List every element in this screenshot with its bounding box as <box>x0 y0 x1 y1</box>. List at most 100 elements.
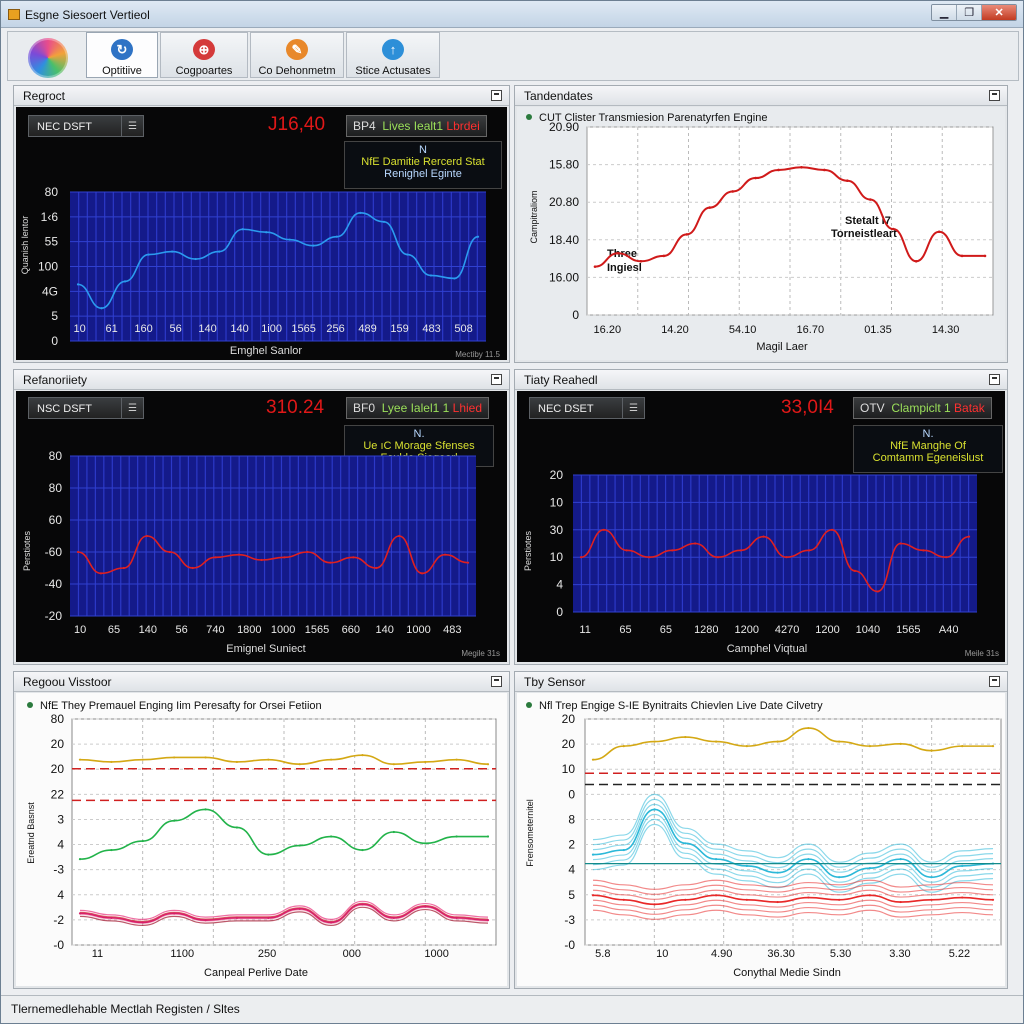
data-point <box>267 916 270 919</box>
tab-optitiive[interactable]: ↻ Optitiive <box>86 32 158 78</box>
y-tick-label: 0 <box>568 787 575 801</box>
data-point <box>838 740 841 743</box>
x-tick-label: 5.30 <box>830 948 851 960</box>
y-tick-label: 20 <box>51 762 65 776</box>
close-button[interactable]: ✕ <box>982 5 1016 20</box>
data-point <box>141 921 144 924</box>
data-point <box>392 830 395 834</box>
annotation-torneistleart: Torneistleart <box>831 228 897 240</box>
app-icon <box>8 9 20 20</box>
y-tick-label: -0 <box>564 938 575 952</box>
data-point <box>329 758 333 761</box>
y-tick-label: 0 <box>572 308 579 322</box>
x-tick-label: 14.20 <box>661 324 689 336</box>
data-point <box>147 253 150 256</box>
data-point <box>991 898 995 901</box>
data-point <box>241 228 244 231</box>
data-point <box>899 742 902 745</box>
data-point <box>486 835 490 838</box>
data-point <box>731 190 734 193</box>
panel-header: Regroct <box>14 86 509 106</box>
y-tick-label: -3 <box>564 913 575 927</box>
data-point <box>967 535 971 538</box>
x-tick-label: 1040 <box>856 624 880 636</box>
data-point <box>714 740 718 743</box>
panel-maximize-icon[interactable] <box>491 90 502 101</box>
x-tick-label: 483 <box>422 323 440 335</box>
maximize-button[interactable]: ❐ <box>957 5 983 20</box>
y-tick-label: 20.90 <box>549 120 579 134</box>
y-tick-label: 4G <box>42 284 58 298</box>
y-tick-label: 1‹6 <box>41 210 59 224</box>
data-point <box>685 233 689 236</box>
data-point <box>714 894 718 897</box>
data-point <box>785 556 788 559</box>
data-point <box>100 307 103 310</box>
y-tick-label: 80 <box>45 185 59 199</box>
x-tick-label: 1200 <box>815 624 839 636</box>
chart-p2: CUT Clister Transmiesion Parenatyrfen En… <box>526 112 994 353</box>
y-tick-label: 8 <box>568 812 575 826</box>
title-bar[interactable]: Esgne Siesoert Vertieol ▁ ❐ ✕ <box>1 1 1023 28</box>
y-tick-label: 4 <box>57 888 64 902</box>
x-tick-label: 36.30 <box>767 948 795 960</box>
data-point <box>429 274 433 277</box>
y-tick-label: 30 <box>550 523 564 537</box>
panel-title: Tiaty Reahedl <box>524 373 598 387</box>
data-point <box>267 853 270 856</box>
data-point <box>361 754 364 757</box>
data-point <box>237 553 240 556</box>
data-point <box>78 858 82 861</box>
x-tick-label: 56 <box>176 624 188 636</box>
legend-bullet-icon <box>27 702 33 708</box>
data-point <box>235 760 239 764</box>
data-point <box>662 254 666 258</box>
panel-maximize-icon[interactable] <box>989 90 1000 101</box>
data-point <box>653 808 656 811</box>
panel-maximize-icon[interactable] <box>989 676 1000 687</box>
data-point <box>762 535 765 538</box>
x-tick-label: 1565 <box>305 624 329 636</box>
panel-tby-sensor: Tby Sensor Nfl Trep Engige S-IE Bynitrai… <box>514 671 1008 989</box>
y-tick-label: 20 <box>550 468 564 482</box>
data-point <box>235 826 239 829</box>
data-point <box>846 179 849 183</box>
panel-maximize-icon[interactable] <box>491 676 502 687</box>
x-axis-label: Conythal Medie Sindn <box>733 967 841 979</box>
panel-maximize-icon[interactable] <box>491 374 502 385</box>
x-tick-label: 10 <box>73 323 85 335</box>
x-tick-label: 140 <box>230 323 248 335</box>
y-tick-label: 0 <box>556 605 563 619</box>
data-point <box>204 919 207 922</box>
y-tick-label: -2 <box>53 913 64 927</box>
panel-title: Tandendates <box>524 89 593 103</box>
data-point <box>382 220 385 223</box>
minimize-button[interactable]: ▁ <box>932 5 958 20</box>
tab-co-dehonmetm[interactable]: ✎ Co Dehonmetm <box>250 32 344 78</box>
tab-cogpoartes[interactable]: ⊕ Cogpoartes <box>160 32 248 78</box>
x-tick-label: 65 <box>660 624 672 636</box>
data-point <box>622 848 625 852</box>
x-tick-label: 483 <box>443 624 461 636</box>
panel-maximize-icon[interactable] <box>989 374 1000 385</box>
panel-body: CUT Clister Transmiesion Parenatyrfen En… <box>517 107 1005 360</box>
y-tick-label: 0 <box>51 334 58 348</box>
panel-regroct: Regroct NEC DSFT ☰ J16,40 BP4 Lives Ieal… <box>13 85 510 363</box>
data-point <box>466 561 470 564</box>
y-tick-label: 16.00 <box>549 270 579 284</box>
chart-icon: ↻ <box>111 39 133 60</box>
tab-stice-actusates[interactable]: ↑ Stice Actusates <box>346 32 440 78</box>
data-point <box>110 760 113 764</box>
x-tick-label: 10 <box>656 948 668 960</box>
data-point <box>745 864 748 867</box>
y-tick-label: 10 <box>550 550 564 564</box>
data-point <box>776 740 779 743</box>
panel-header: Tiaty Reahedl <box>515 370 1007 390</box>
x-tick-label: 4270 <box>775 624 799 636</box>
tab-label: Co Dehonmetm <box>258 65 336 77</box>
data-point <box>930 876 933 879</box>
data-point <box>777 168 780 172</box>
data-point <box>868 867 872 870</box>
y-tick-label: 5 <box>51 309 58 323</box>
data-point <box>359 211 362 214</box>
